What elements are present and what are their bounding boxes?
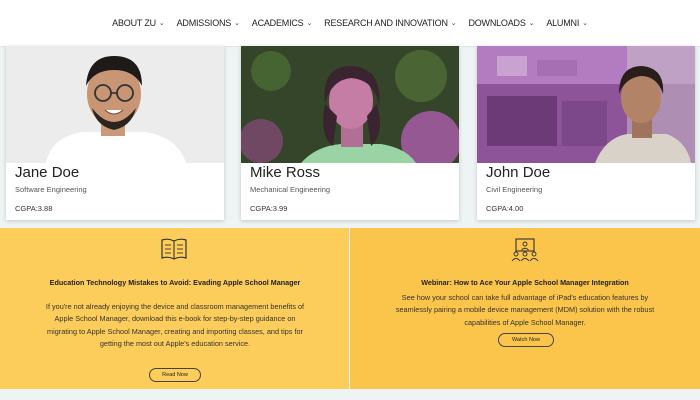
- nav-label: RESEARCH AND INNOVATION: [324, 18, 448, 28]
- webinar-icon: [510, 238, 540, 267]
- student-photo: [241, 46, 459, 163]
- read-now-button[interactable]: Read Now: [149, 368, 201, 382]
- promo-title: Education Technology Mistakes to Avoid: …: [49, 278, 301, 287]
- promo-ebook: Education Technology Mistakes to Avoid: …: [0, 228, 349, 389]
- student-card[interactable]: Mike Ross Mechanical Engineering CGPA:3.…: [241, 46, 459, 220]
- portrait-image: [6, 46, 224, 163]
- nav-label: ABOUT ZU: [112, 18, 156, 28]
- portrait-image: [477, 46, 695, 163]
- nav-item-about[interactable]: ABOUT ZU ⌄: [112, 18, 165, 28]
- student-name: Jane Doe: [15, 164, 80, 181]
- top-navigation: ABOUT ZU ⌄ ADMISSIONS ⌄ ACADEMICS ⌄ RESE…: [0, 0, 700, 47]
- promo-webinar: Webinar: How to Ace Your Apple School Ma…: [350, 228, 700, 389]
- nav-label: ACADEMICS: [251, 18, 304, 28]
- chevron-down-icon: ⌄: [528, 20, 535, 27]
- nav-item-research[interactable]: RESEARCH AND INNOVATION ⌄: [324, 18, 456, 28]
- student-name: John Doe: [486, 164, 551, 181]
- student-department: Civil Engineering: [486, 185, 543, 194]
- book-icon: [160, 237, 188, 266]
- nav-item-downloads[interactable]: DOWNLOADS ⌄: [468, 18, 534, 28]
- promo-body: See how your school can take full advant…: [395, 293, 655, 327]
- nav-label: ALUMNI: [546, 18, 580, 28]
- nav-label: DOWNLOADS: [468, 18, 526, 28]
- chevron-down-icon: ⌄: [234, 20, 240, 27]
- portrait-image: [241, 46, 459, 163]
- student-photo: [6, 46, 224, 163]
- student-cgpa: CGPA:3.88: [15, 204, 53, 213]
- watch-now-button[interactable]: Watch Now: [498, 333, 554, 347]
- student-cgpa: CGPA:4.00: [486, 204, 524, 213]
- nav-item-academics[interactable]: ACADEMICS ⌄: [251, 18, 313, 28]
- chevron-down-icon: ⌄: [158, 20, 165, 27]
- chevron-down-icon: ⌄: [582, 20, 588, 27]
- student-name: Mike Ross: [250, 164, 321, 181]
- nav-label: ADMISSIONS: [176, 18, 232, 28]
- student-cgpa: CGPA:3.99: [250, 204, 288, 213]
- promo-body: If you're not already enjoying the devic…: [45, 302, 305, 348]
- student-department: Software Engineering: [15, 185, 87, 194]
- chevron-down-icon: ⌄: [450, 20, 457, 27]
- student-card[interactable]: John Doe Civil Engineering CGPA:4.00: [477, 46, 695, 220]
- promo-title: Webinar: How to Ace Your Apple School Ma…: [421, 278, 629, 287]
- nav-item-admissions[interactable]: ADMISSIONS ⌄: [177, 18, 240, 28]
- nav-item-alumni[interactable]: ALUMNI ⌄: [546, 18, 588, 28]
- student-photo: [477, 46, 695, 163]
- student-card[interactable]: Jane Doe Software Engineering CGPA:3.88: [6, 46, 224, 220]
- student-department: Mechanical Engineering: [250, 185, 331, 194]
- chevron-down-icon: ⌄: [306, 20, 313, 27]
